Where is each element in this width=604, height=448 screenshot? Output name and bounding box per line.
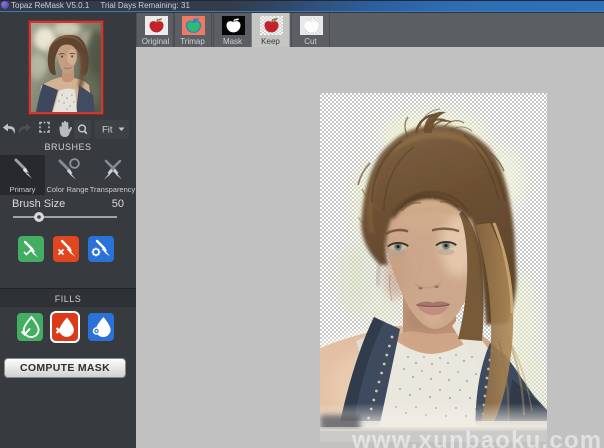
svg-text:Fit: Fit: [102, 125, 113, 136]
